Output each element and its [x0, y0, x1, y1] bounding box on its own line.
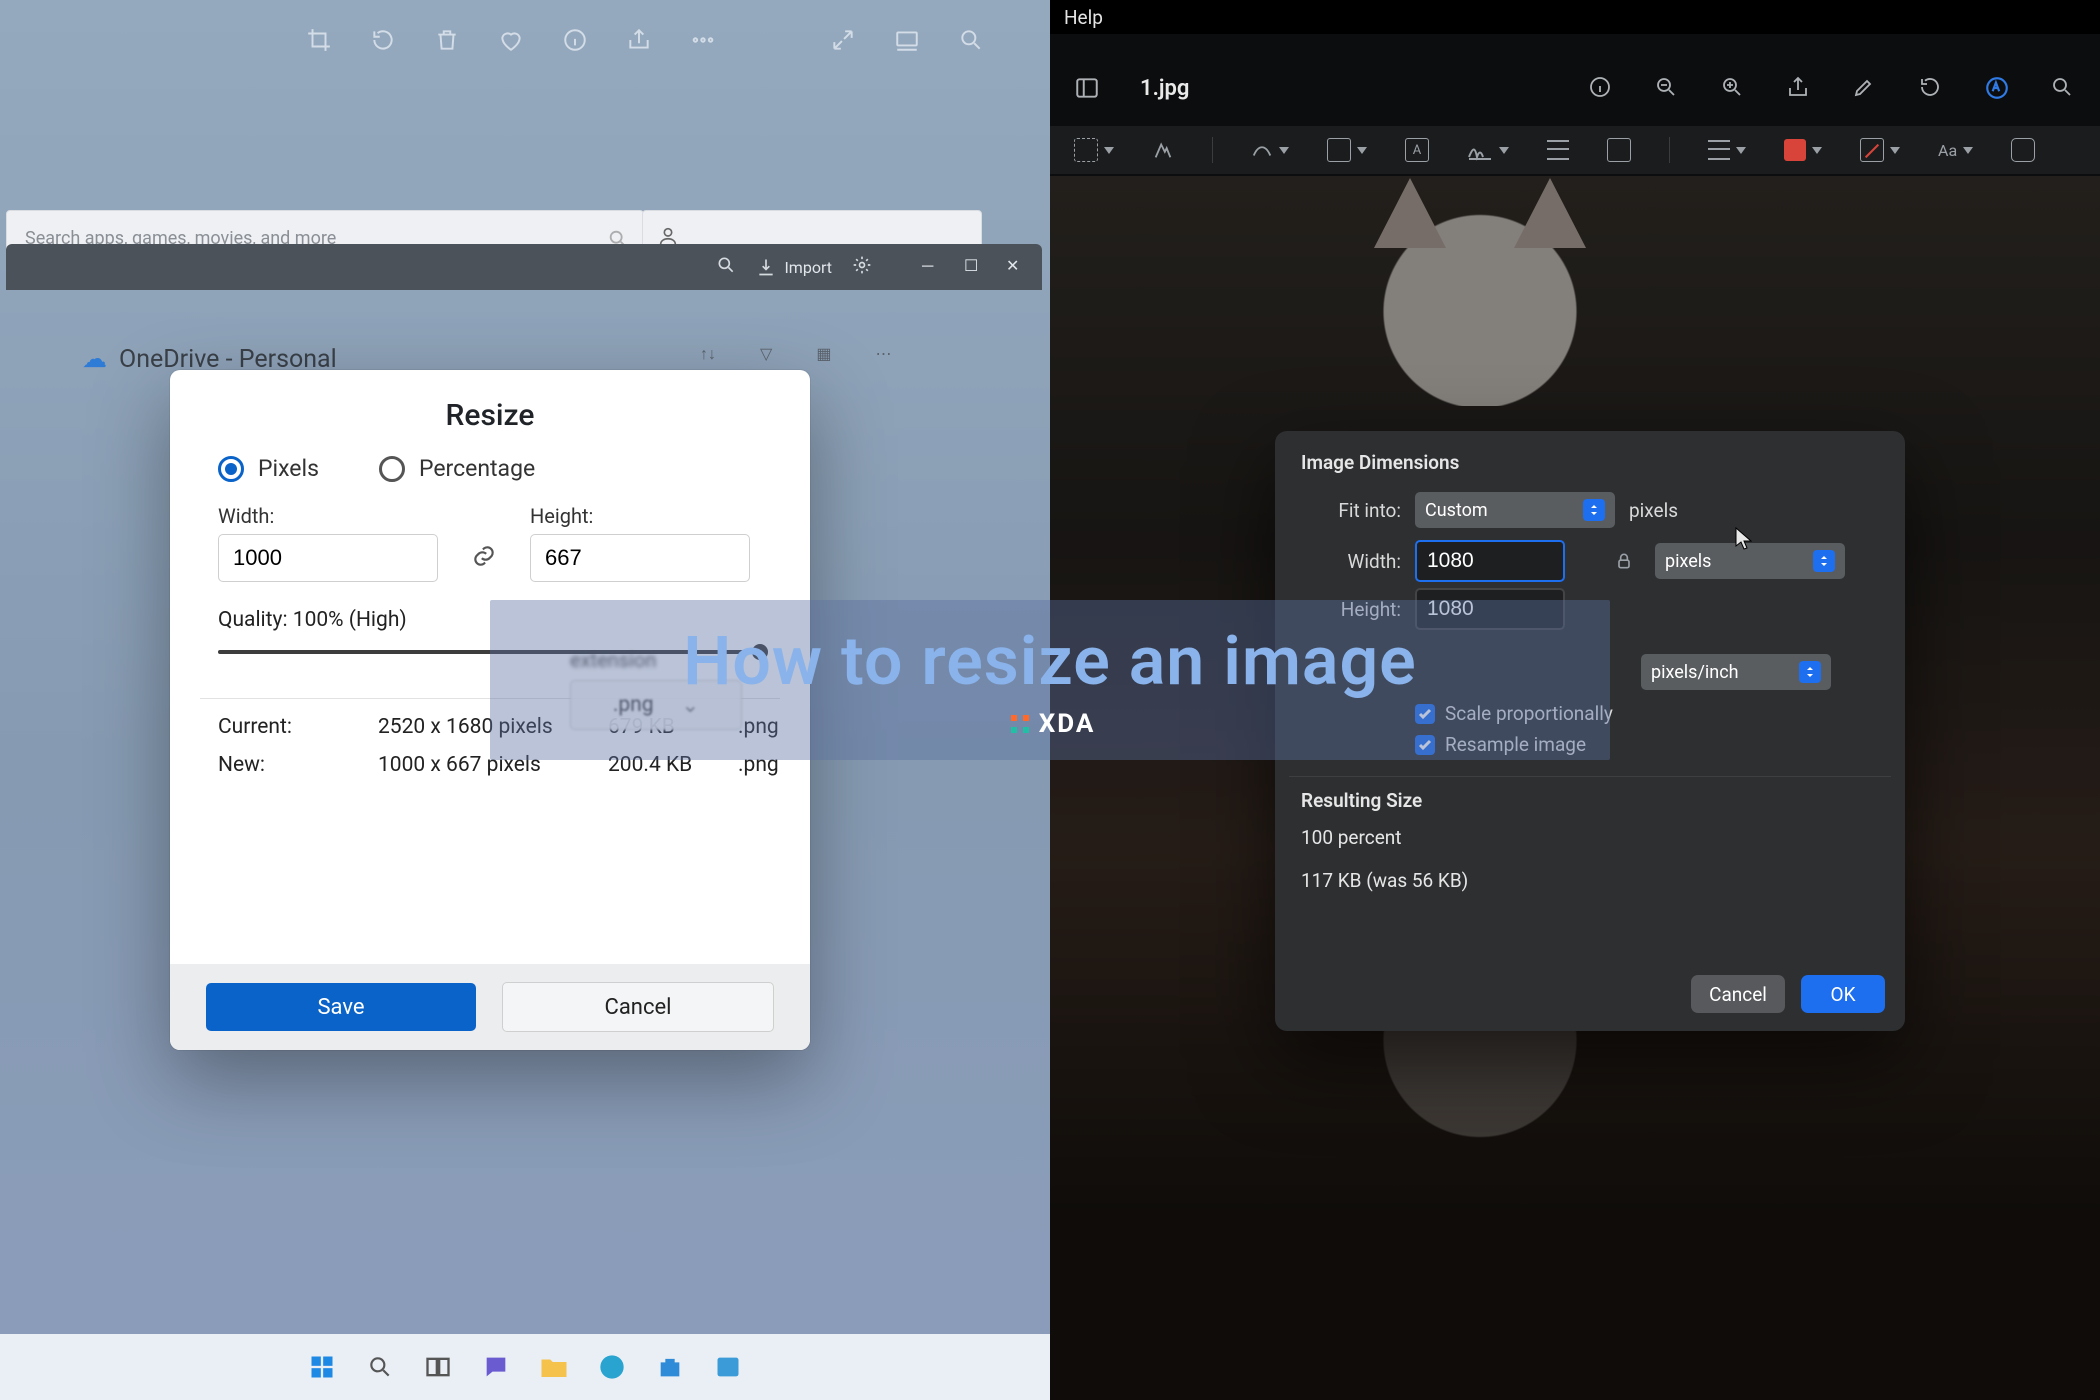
minimize-icon[interactable]: ─ — [922, 256, 944, 278]
close-icon[interactable]: ✕ — [1006, 256, 1028, 278]
photos-app-header: Import ─ ☐ ✕ — [6, 244, 1042, 290]
edge-icon[interactable] — [592, 1347, 632, 1387]
shapes-icon[interactable] — [1327, 138, 1367, 162]
fit-into-unit: pixels — [1629, 499, 1678, 522]
note-icon[interactable] — [2011, 138, 2035, 162]
cursor-icon — [1735, 527, 1753, 553]
fit-into-label: Fit into: — [1301, 499, 1401, 522]
width-label: Width: — [1301, 550, 1401, 573]
lock-icon[interactable] — [1607, 551, 1641, 571]
sketch-icon[interactable] — [1251, 139, 1289, 161]
chevron-updown-icon — [1813, 550, 1835, 572]
share-icon[interactable] — [624, 25, 654, 55]
selection-tool-icon[interactable] — [1074, 138, 1114, 162]
resolution-unit-select[interactable]: pixels/inch — [1641, 654, 1831, 690]
radio-percentage[interactable]: Percentage — [379, 455, 535, 482]
maximize-icon[interactable]: ☐ — [964, 256, 986, 278]
photos-icon[interactable] — [708, 1347, 748, 1387]
zoom-in-icon[interactable] — [1720, 75, 1746, 101]
border-color-icon[interactable] — [1784, 139, 1822, 161]
explorer-icon[interactable] — [534, 1347, 574, 1387]
resulting-size-title: Resulting Size — [1275, 785, 1905, 816]
xda-logo: XDA — [1005, 709, 1096, 739]
divider — [1289, 776, 1891, 777]
xda-text: XDA — [1039, 709, 1096, 739]
dialog-title: Resize — [170, 370, 810, 455]
share-icon[interactable] — [1786, 75, 1812, 101]
highlight-icon[interactable] — [1852, 75, 1878, 101]
radio-dot-off — [379, 456, 405, 482]
width-label: Width: — [218, 504, 438, 528]
new-label: New: — [218, 753, 378, 777]
start-icon[interactable] — [302, 1347, 342, 1387]
cloud-icon: ☁ — [82, 344, 107, 374]
save-button[interactable]: Save — [206, 983, 476, 1031]
link-icon[interactable] — [468, 532, 500, 580]
mac-menubar: Help — [1050, 0, 2100, 34]
zoom-icon[interactable] — [956, 25, 986, 55]
instant-alpha-icon[interactable] — [1152, 139, 1174, 161]
height-label: Height: — [530, 504, 750, 528]
markup-toolbar: A Aa — [1050, 126, 2100, 174]
heart-icon[interactable] — [496, 25, 526, 55]
chevron-updown-icon — [1583, 499, 1605, 521]
xda-mark-icon — [1005, 709, 1035, 739]
resulting-percent: 100 percent — [1275, 816, 1905, 859]
hero-overlay: How to resize an image XDA — [490, 600, 1610, 760]
canvas: Image Dimensions Fit into: Custom pixels… — [1050, 176, 2100, 1400]
cancel-button[interactable]: Cancel — [502, 982, 774, 1032]
text-icon[interactable]: A — [1405, 138, 1429, 162]
trash-icon[interactable] — [432, 25, 462, 55]
height-input[interactable] — [530, 534, 750, 582]
sign-icon[interactable] — [1467, 139, 1509, 161]
hero-title: How to resize an image — [683, 621, 1416, 701]
cancel-button[interactable]: Cancel — [1691, 975, 1785, 1013]
radio-dot-on — [218, 456, 244, 482]
fit-into-select[interactable]: Custom — [1415, 492, 1615, 528]
dialog-buttons: Save Cancel — [170, 964, 810, 1050]
info-icon[interactable] — [1588, 75, 1614, 101]
info-icon[interactable] — [560, 25, 590, 55]
font-style-icon[interactable]: Aa — [1938, 141, 1973, 160]
more-icon[interactable]: ⋯ — [875, 344, 891, 364]
more-icon[interactable] — [688, 25, 718, 55]
settings-icon[interactable] — [852, 255, 872, 279]
windows-taskbar — [0, 1334, 1050, 1400]
filter-icon[interactable]: ▽ — [760, 344, 772, 364]
task-view-icon[interactable] — [418, 1347, 458, 1387]
import-button[interactable]: Import — [756, 257, 832, 277]
markup-icon[interactable] — [1984, 75, 2010, 101]
chevron-updown-icon — [1799, 661, 1821, 683]
current-label: Current: — [218, 715, 378, 739]
search-icon[interactable] — [2050, 75, 2076, 101]
chat-icon[interactable] — [476, 1347, 516, 1387]
adjust-size-icon[interactable] — [1607, 138, 1631, 162]
preview-toolbar: 1.jpg — [1050, 60, 2100, 116]
width-input[interactable] — [1415, 540, 1565, 582]
menu-help[interactable]: Help — [1064, 6, 1103, 29]
folder-controls: ↑↓ ▽ ▦ ⋯ — [700, 344, 891, 364]
fill-color-icon[interactable] — [1860, 138, 1900, 162]
sidebar-icon[interactable] — [1074, 75, 1100, 101]
ok-button[interactable]: OK — [1801, 975, 1885, 1013]
resulting-size: 117 KB (was 56 KB) — [1275, 859, 1905, 902]
search-icon[interactable] — [360, 1347, 400, 1387]
expand-icon[interactable] — [828, 25, 858, 55]
search-icon[interactable] — [716, 255, 736, 279]
slideshow-icon[interactable] — [892, 25, 922, 55]
width-input[interactable] — [218, 534, 438, 582]
rotate-icon[interactable] — [1918, 75, 1944, 101]
crop-icon[interactable] — [304, 25, 334, 55]
photos-toolbar — [0, 0, 1050, 80]
radio-pixels[interactable]: Pixels — [218, 455, 319, 482]
file-name: 1.jpg — [1140, 76, 1189, 101]
store-icon[interactable] — [650, 1347, 690, 1387]
sort-icon[interactable]: ↑↓ — [700, 344, 716, 364]
adjust-color-icon[interactable] — [1547, 140, 1569, 160]
line-style-icon[interactable] — [1708, 140, 1746, 160]
rotate-icon[interactable] — [368, 25, 398, 55]
grid-icon[interactable]: ▦ — [816, 344, 831, 364]
dialog-title: Image Dimensions — [1275, 431, 1905, 486]
zoom-out-icon[interactable] — [1654, 75, 1680, 101]
